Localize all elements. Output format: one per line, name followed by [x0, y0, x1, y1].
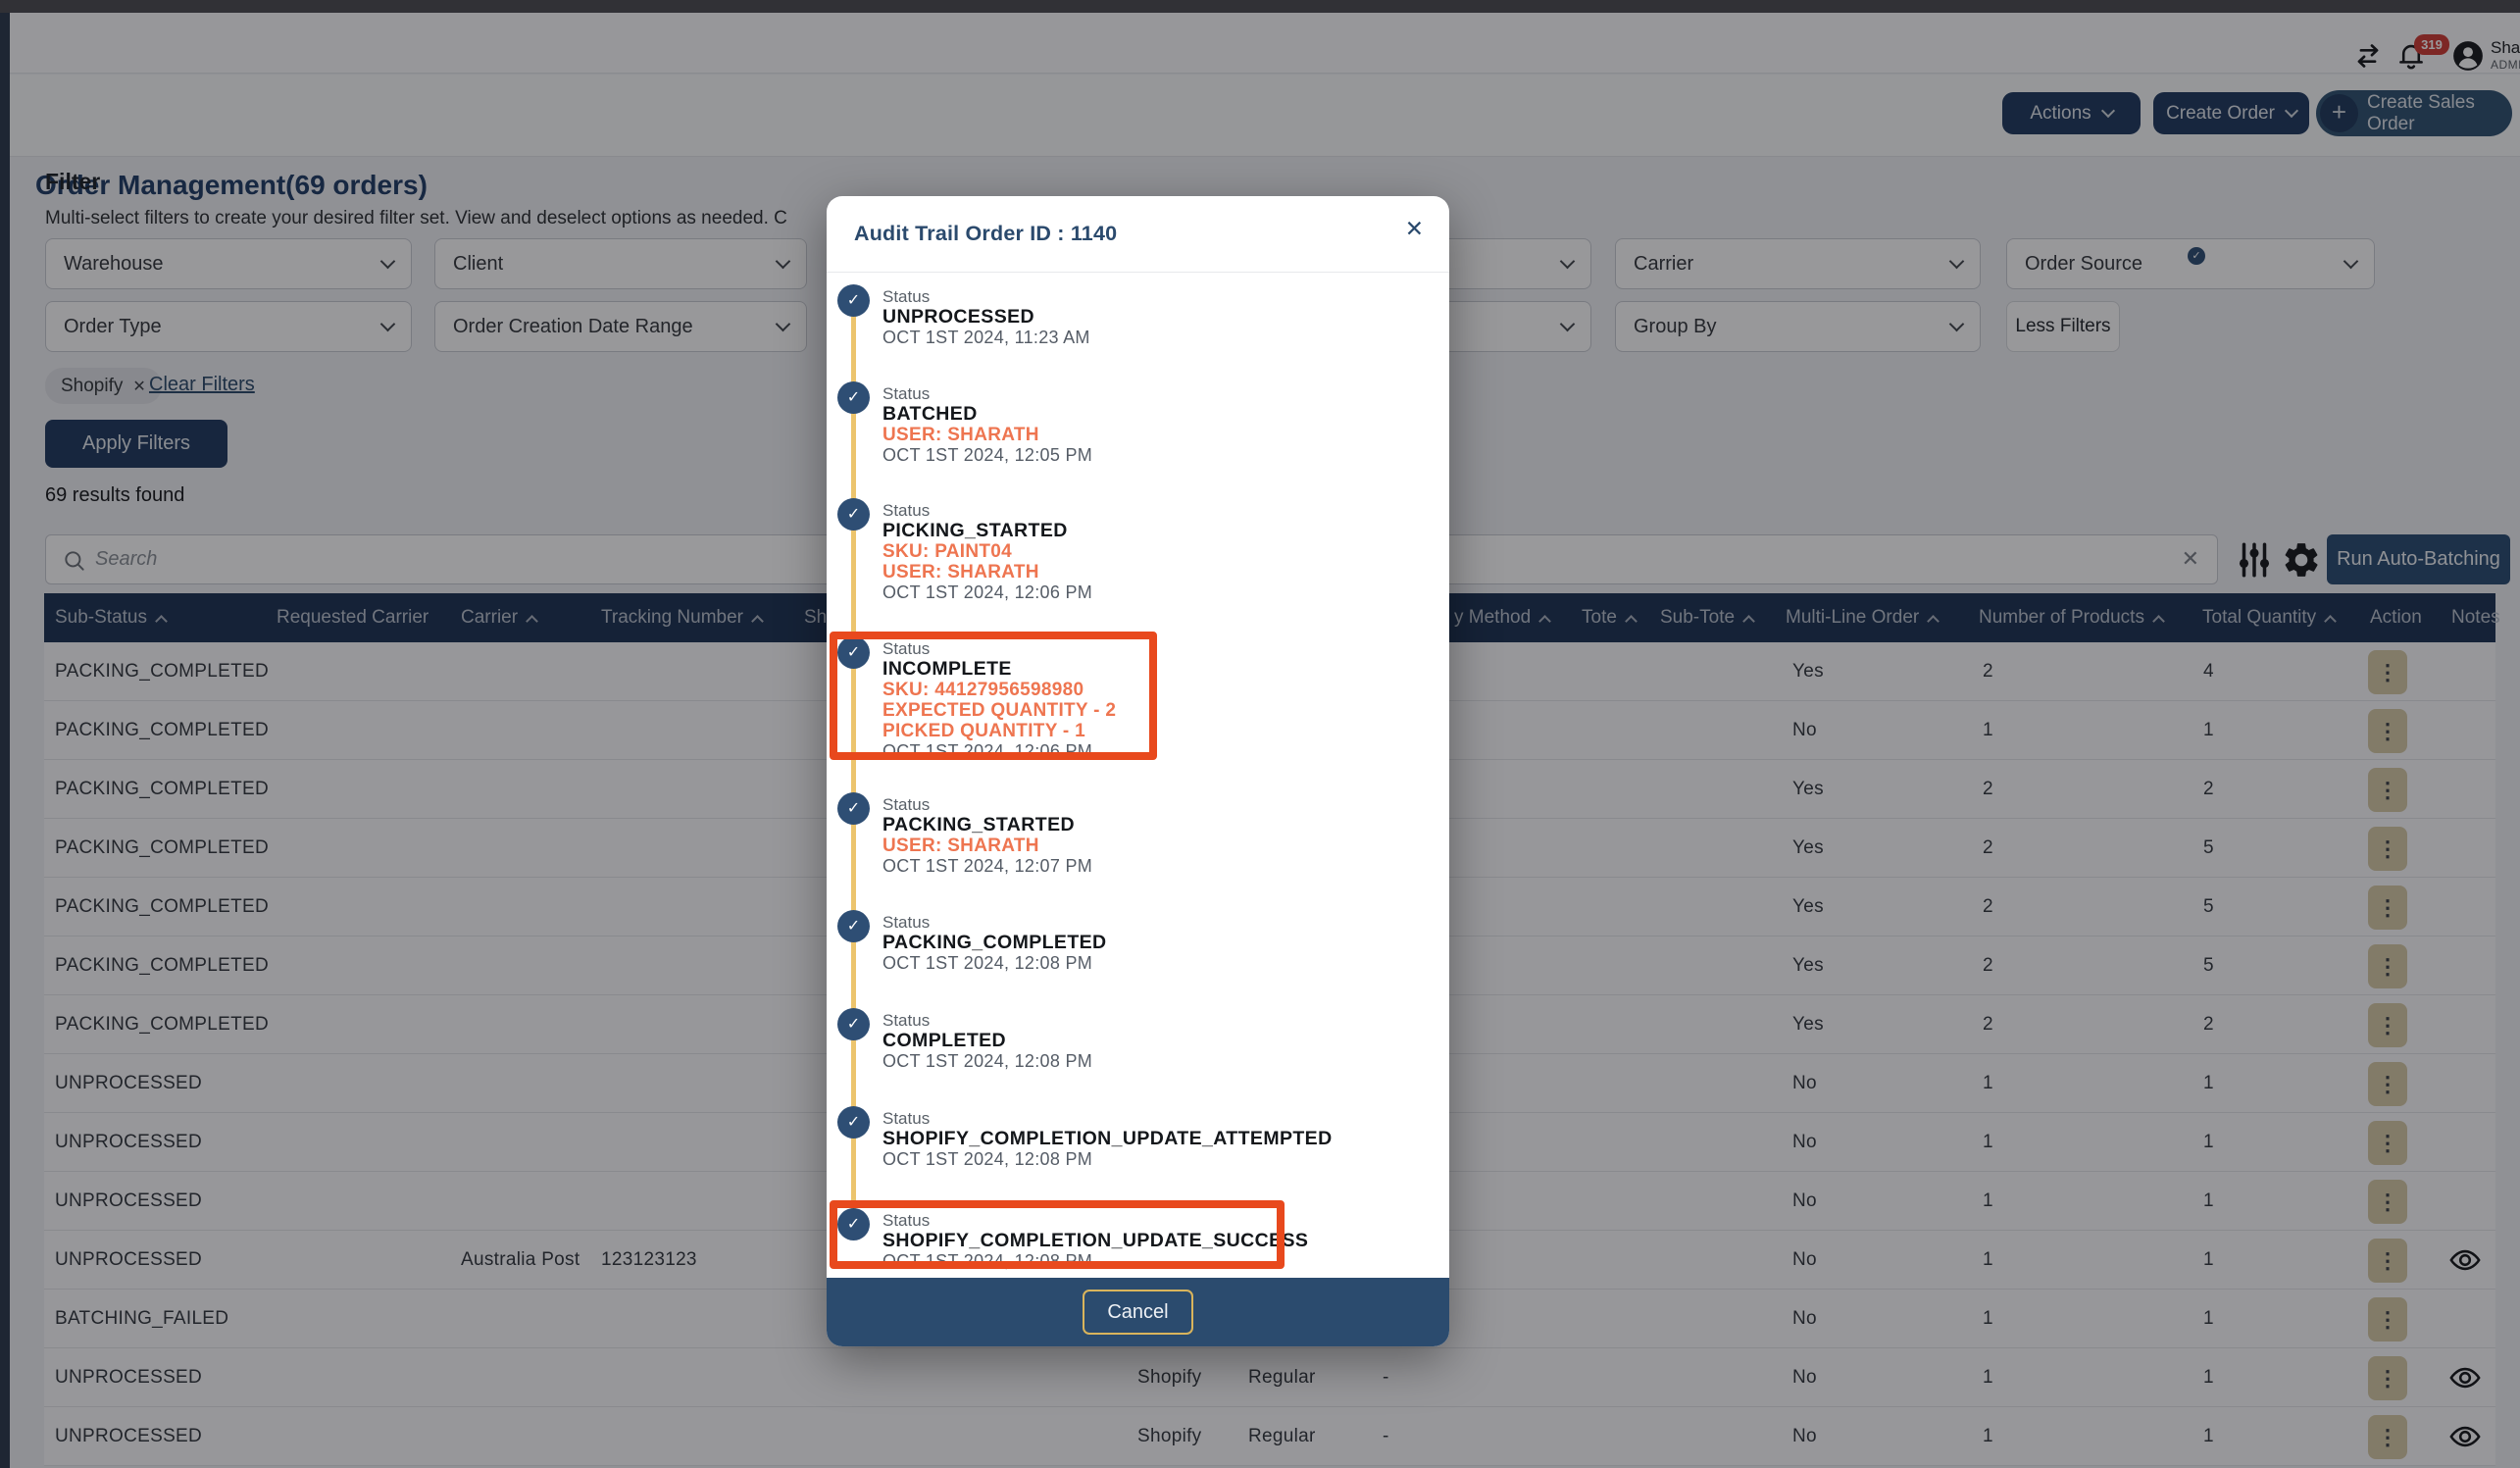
timeline-entry-status: SHOPIFY_COMPLETION_UPDATE_ATTEMPTED [882, 1129, 1412, 1149]
check-circle-icon: ✓ [837, 381, 870, 414]
timeline-entry-timestamp: OCT 1ST 2024, 12:08 PM [882, 1251, 1412, 1272]
timeline-entry-status: UNPROCESSED [882, 307, 1412, 328]
timeline-entry-status: INCOMPLETE [882, 659, 1412, 680]
timeline-entry-status: PACKING_STARTED [882, 815, 1412, 835]
timeline-entry-detail: USER: SHARATH [882, 835, 1412, 856]
timeline-entry-timestamp: OCT 1ST 2024, 12:06 PM [882, 582, 1412, 603]
timeline-entry-timestamp: OCT 1ST 2024, 12:05 PM [882, 445, 1412, 466]
check-circle-icon: ✓ [837, 498, 870, 531]
timeline-entry-detail: SKU: PAINT04 [882, 541, 1412, 562]
timeline-entry-detail: USER: SHARATH [882, 425, 1412, 445]
timeline-entry-timestamp: OCT 1ST 2024, 12:07 PM [882, 856, 1412, 877]
timeline-entry-label: Status [882, 912, 1412, 933]
check-circle-icon: ✓ [837, 1208, 870, 1240]
timeline-entry-timestamp: OCT 1ST 2024, 11:23 AM [882, 328, 1412, 348]
timeline-entry-timestamp: OCT 1ST 2024, 12:06 PM [882, 741, 1412, 762]
timeline-entry-label: Status [882, 794, 1412, 815]
timeline-entry: ✓ Status SHOPIFY_COMPLETION_UPDATE_ATTEM… [882, 1108, 1412, 1170]
timeline-entry-timestamp: OCT 1ST 2024, 12:08 PM [882, 1051, 1412, 1072]
check-circle-icon: ✓ [837, 636, 870, 669]
timeline-entry: ✓ Status INCOMPLETE SKU: 44127956598980 … [882, 638, 1412, 762]
audit-trail-modal: Audit Trail Order ID : 1140 ✕ ✓ Status U… [827, 196, 1449, 1346]
timeline-entry-label: Status [882, 638, 1412, 659]
timeline-entry: ✓ Status PICKING_STARTED SKU: PAINT04 US… [882, 500, 1412, 603]
timeline-entry: ✓ Status UNPROCESSED OCT 1ST 2024, 11:23… [882, 286, 1412, 348]
check-circle-icon: ✓ [837, 792, 870, 825]
timeline-entry-detail: USER: SHARATH [882, 562, 1412, 582]
timeline-entry-status: PICKING_STARTED [882, 521, 1412, 541]
audit-trail-timeline: ✓ Status UNPROCESSED OCT 1ST 2024, 11:23… [827, 196, 1449, 1346]
timeline-entry-timestamp: OCT 1ST 2024, 12:08 PM [882, 953, 1412, 974]
timeline-entry: ✓ Status PACKING_STARTED USER: SHARATH O… [882, 794, 1412, 877]
timeline-entry-detail: SKU: 44127956598980 [882, 680, 1412, 700]
timeline-entry-detail: EXPECTED QUANTITY - 2 [882, 700, 1412, 721]
cancel-button[interactable]: Cancel [1083, 1290, 1193, 1335]
timeline-entry-label: Status [882, 1210, 1412, 1231]
timeline-entry: ✓ Status BATCHED USER: SHARATH OCT 1ST 2… [882, 383, 1412, 466]
check-circle-icon: ✓ [837, 1106, 870, 1139]
modal-footer: Cancel [827, 1278, 1449, 1346]
timeline-entry-status: SHOPIFY_COMPLETION_UPDATE_SUCCESS [882, 1231, 1412, 1251]
timeline-connector-line [851, 301, 856, 1225]
timeline-entry-label: Status [882, 1010, 1412, 1031]
timeline-entry-detail: PICKED QUANTITY - 1 [882, 721, 1412, 741]
timeline-entry-label: Status [882, 383, 1412, 404]
timeline-entry: ✓ Status COMPLETED OCT 1ST 2024, 12:08 P… [882, 1010, 1412, 1072]
timeline-entry-label: Status [882, 500, 1412, 521]
check-circle-icon: ✓ [837, 910, 870, 942]
check-circle-icon: ✓ [837, 1008, 870, 1040]
timeline-entry: ✓ Status SHOPIFY_COMPLETION_UPDATE_SUCCE… [882, 1210, 1412, 1272]
timeline-entry-status: COMPLETED [882, 1031, 1412, 1051]
timeline-entry-status: BATCHED [882, 404, 1412, 425]
timeline-entry-label: Status [882, 1108, 1412, 1129]
timeline-entry-timestamp: OCT 1ST 2024, 12:08 PM [882, 1149, 1412, 1170]
check-circle-icon: ✓ [837, 284, 870, 317]
timeline-entry: ✓ Status PACKING_COMPLETED OCT 1ST 2024,… [882, 912, 1412, 974]
timeline-entry-label: Status [882, 286, 1412, 307]
timeline-entry-status: PACKING_COMPLETED [882, 933, 1412, 953]
